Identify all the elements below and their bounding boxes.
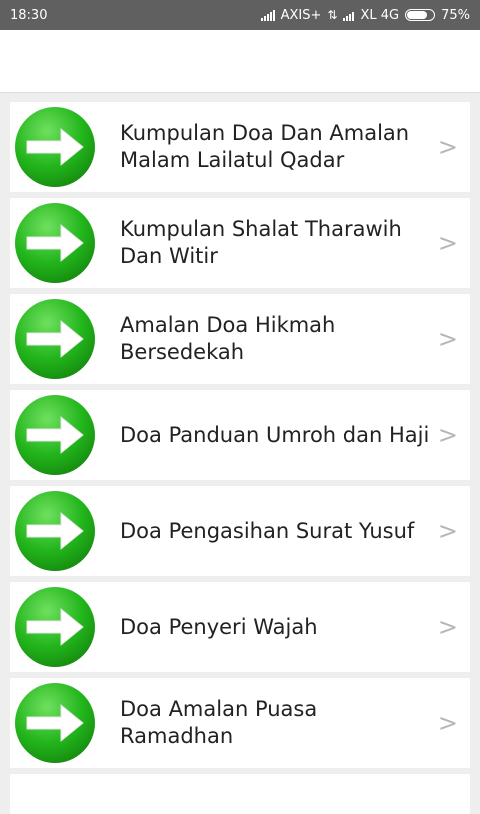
arrow-right-icon bbox=[10, 198, 100, 288]
chevron-right-icon: > bbox=[437, 709, 458, 737]
carrier-2: XL 4G bbox=[360, 7, 400, 23]
top-banner-area bbox=[0, 30, 480, 93]
arrow-right-icon bbox=[10, 390, 100, 480]
arrow-right-icon bbox=[10, 102, 100, 192]
list-item-label: Kumpulan Doa Dan Amalan Malam Lailatul Q… bbox=[120, 121, 410, 172]
battery-icon bbox=[405, 9, 436, 21]
arrow-right-icon bbox=[10, 294, 100, 384]
list-item-label: Amalan Doa Hikmah Bersedekah bbox=[120, 313, 336, 364]
arrow-right-icon bbox=[10, 486, 100, 576]
battery-percent: 75% bbox=[441, 7, 470, 23]
list-item[interactable]: Doa Panduan Umroh dan Haji > bbox=[10, 390, 470, 480]
list-item-partial[interactable] bbox=[10, 774, 470, 814]
chevron-right-icon: > bbox=[437, 229, 458, 257]
menu-list: Kumpulan Doa Dan Amalan Malam Lailatul Q… bbox=[10, 102, 470, 814]
list-item[interactable]: Doa Pengasihan Surat Yusuf > bbox=[10, 486, 470, 576]
arrow-right-icon bbox=[10, 678, 100, 768]
carrier-1: AXIS+ bbox=[280, 7, 322, 23]
list-item[interactable]: Amalan Doa Hikmah Bersedekah > bbox=[10, 294, 470, 384]
arrow-right-icon bbox=[10, 582, 100, 672]
chevron-right-icon: > bbox=[437, 325, 458, 353]
chevron-right-icon: > bbox=[437, 517, 458, 545]
status-bar: 18:30 AXIS+ ⇅ XL 4G 75% bbox=[0, 0, 480, 30]
data-transfer-icon: ⇅ bbox=[327, 8, 338, 22]
status-indicators: AXIS+ ⇅ XL 4G 75% bbox=[260, 7, 470, 23]
list-item-label: Doa Penyeri Wajah bbox=[120, 614, 318, 639]
chevron-right-icon: > bbox=[437, 421, 458, 449]
list-item-label: Doa Pengasihan Surat Yusuf bbox=[120, 518, 415, 543]
list-item[interactable]: Doa Amalan Puasa Ramadhan > bbox=[10, 678, 470, 768]
chevron-right-icon: > bbox=[437, 133, 458, 161]
chevron-right-icon: > bbox=[437, 613, 458, 641]
signal-icon-2 bbox=[343, 9, 355, 21]
list-item[interactable]: Doa Penyeri Wajah > bbox=[10, 582, 470, 672]
signal-icon bbox=[260, 9, 275, 21]
list-item[interactable]: Kumpulan Doa Dan Amalan Malam Lailatul Q… bbox=[10, 102, 470, 192]
status-time: 18:30 bbox=[10, 7, 48, 23]
list-item-label: Doa Panduan Umroh dan Haji bbox=[120, 422, 430, 447]
list-item-label: Kumpulan Shalat Tharawih Dan Witir bbox=[120, 217, 402, 268]
list-item-label: Doa Amalan Puasa Ramadhan bbox=[120, 697, 318, 748]
list-item[interactable]: Kumpulan Shalat Tharawih Dan Witir > bbox=[10, 198, 470, 288]
